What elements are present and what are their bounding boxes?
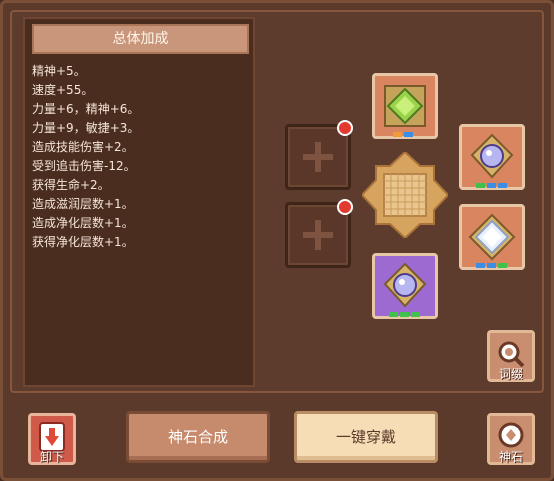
socket-dots [476, 183, 507, 188]
socket-dots [389, 312, 420, 317]
gem-slot-top[interactable] [372, 73, 438, 139]
crystal-gem-icon [470, 133, 514, 179]
bonus-item: 受到追击伤害-12。 [32, 159, 136, 173]
socket-dots [393, 132, 413, 137]
bonus-item: 造成技能伤害+2。 [32, 140, 134, 154]
red-dot-badge [337, 199, 353, 215]
white-diamond-gem-icon [468, 213, 516, 261]
bonus-item: 获得净化层数+1。 [32, 235, 134, 249]
socket-dots [476, 263, 507, 268]
affix-label: 词缀 [498, 367, 523, 381]
bonus-item: 造成滋润层数+1。 [32, 197, 134, 211]
godstone-button[interactable]: 神石 [487, 413, 535, 465]
green-gem-icon [384, 85, 426, 127]
bonus-item: 造成净化层数+1。 [32, 216, 134, 230]
bonus-item: 力量+6，精神+6。 [32, 102, 140, 116]
synthesize-button[interactable]: 神石合成 [126, 411, 270, 463]
gem-slot-right-top[interactable] [459, 124, 525, 190]
center-ornament [360, 150, 450, 240]
unequip-button[interactable]: 卸下 [28, 413, 76, 465]
gem-slot-right-bottom[interactable] [459, 204, 525, 270]
crystal-gem-icon [383, 262, 427, 308]
plus-icon [315, 142, 321, 172]
red-dot-badge [337, 120, 353, 136]
bonus-title: 总体加成 [32, 24, 249, 54]
bonus-item: 获得生命+2。 [32, 178, 110, 192]
bonus-item: 速度+55。 [32, 83, 94, 97]
affix-button[interactable]: 词缀 [487, 330, 535, 382]
bonus-list: 精神+5。 速度+55。 力量+6，精神+6。 力量+9，敏捷+3。 造成技能伤… [32, 62, 139, 252]
gem-slot-bottom[interactable] [372, 253, 438, 319]
godstone-label: 神石 [498, 450, 523, 464]
plus-icon [315, 220, 321, 250]
unequip-label: 卸下 [39, 450, 64, 464]
bonus-item: 精神+5。 [32, 64, 86, 78]
bonus-item: 力量+9，敏捷+3。 [32, 121, 140, 135]
one-click-equip-button[interactable]: 一键穿戴 [294, 411, 438, 463]
